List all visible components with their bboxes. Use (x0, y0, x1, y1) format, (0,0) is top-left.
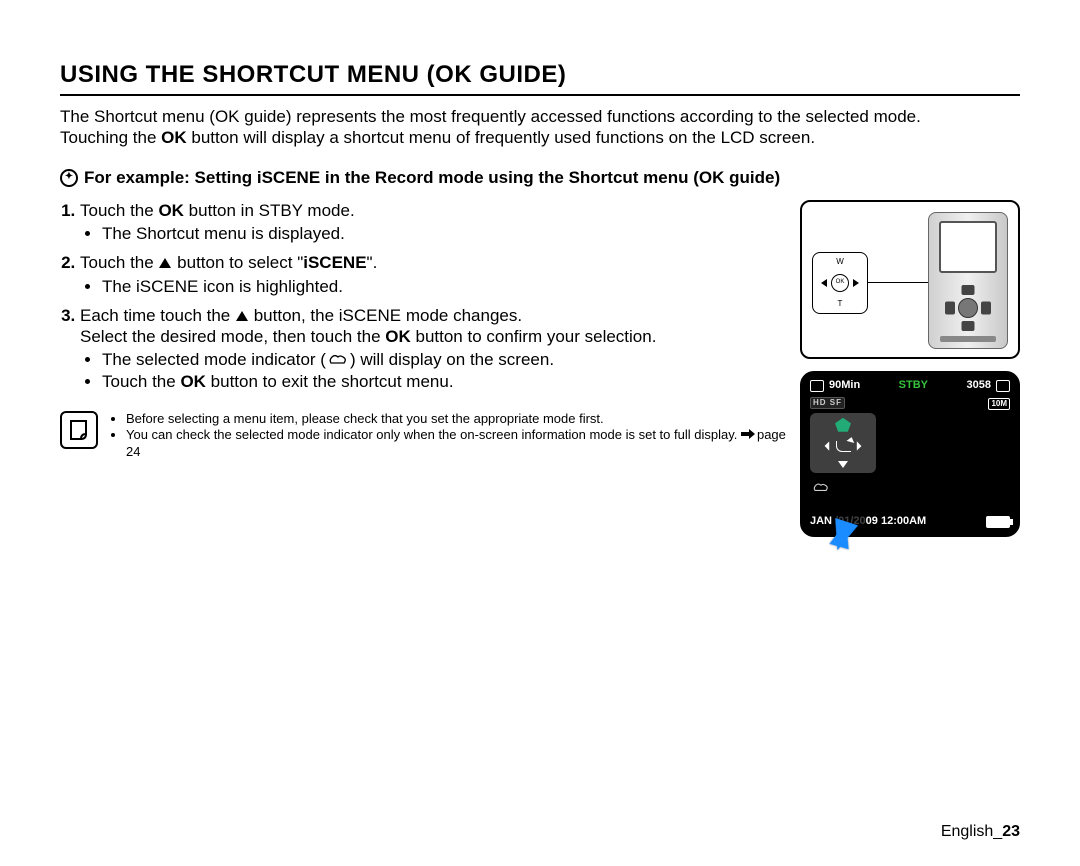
up-triangle-icon (159, 258, 171, 268)
callout-line (868, 282, 936, 283)
dpad-t-label: T (838, 299, 843, 309)
step1-sub: The Shortcut menu is displayed. (102, 223, 788, 244)
step2-a: Touch the (80, 253, 158, 272)
footer-lang: English_ (941, 823, 1002, 840)
step3-line2a: Select the desired mode, then touch the (80, 327, 385, 346)
note-1: Before selecting a menu item, please che… (126, 411, 788, 427)
step3-sub1: The selected mode indicator ( ) will dis… (102, 349, 788, 371)
note-list: Before selecting a menu item, please che… (108, 411, 788, 460)
lcd-date-b: 09 12:00AM (866, 515, 927, 527)
lcd-count: 3058 (967, 379, 991, 393)
page-ref-arrow-icon (741, 427, 755, 443)
step2-b: button to select " (172, 253, 303, 272)
camera-mode-icon (810, 380, 824, 392)
step-1: Touch the OK button in STBY mode. The Sh… (80, 200, 788, 245)
dpad-left-icon (821, 279, 827, 287)
step1-ok: OK (158, 201, 184, 220)
note-icon (60, 411, 98, 449)
camera-dpad-up (962, 285, 975, 295)
iscene-indicator-icon-lcd (812, 481, 830, 498)
camera-body (928, 212, 1008, 349)
step-3: Each time touch the button, the iSCENE m… (80, 305, 788, 393)
lcd-time: 90Min (829, 379, 860, 393)
lcd-screenshot: 90Min STBY 3058 HD SF 10M 🞀 (800, 371, 1020, 537)
page-title: USING THE SHORTCUT MENU (OK GUIDE) (60, 60, 1020, 90)
shortcut-down-icon (838, 461, 848, 468)
intro-ok: OK (161, 128, 187, 147)
note2-a: You can check the selected mode indicato… (126, 427, 741, 442)
camera-ok-button (958, 298, 978, 318)
step3-line2b: button to confirm your selection. (411, 327, 657, 346)
step3-sub1b: ) will display on the screen. (350, 350, 554, 369)
step3-sub2a: Touch the (102, 372, 180, 391)
step3-ok: OK (385, 327, 411, 346)
note-block: Before selecting a menu item, please che… (60, 411, 788, 460)
intro-paragraph: The Shortcut menu (OK guide) represents … (60, 106, 1020, 149)
up-triangle-icon-2 (236, 311, 248, 321)
steps-list: Touch the OK button in STBY mode. The Sh… (60, 200, 788, 393)
intro-line2b: button will display a shortcut menu of f… (187, 128, 815, 147)
step1-a: Touch the (80, 201, 158, 220)
note-2: You can check the selected mode indicato… (126, 427, 788, 460)
step3-sub2b: button to exit the shortcut menu. (206, 372, 454, 391)
footer-page: 23 (1002, 823, 1020, 840)
shortcut-up-icon (835, 418, 851, 432)
camera-dpad-left (945, 301, 955, 314)
example-text: For example: Setting iSCENE in the Recor… (84, 167, 780, 188)
step2-c: ". (367, 253, 378, 272)
battery-icon (986, 516, 1010, 528)
camera-bottom-strip (940, 336, 996, 342)
lcd-date-a: JAN (810, 515, 832, 527)
intro-line1: The Shortcut menu (OK guide) represents … (60, 107, 921, 126)
shortcut-right-icon: 🞂 (857, 439, 862, 454)
page-footer: English_23 (941, 822, 1020, 842)
device-illustration: W OK T (800, 200, 1020, 359)
shortcut-return-icon (836, 441, 851, 452)
dpad-right-icon (853, 279, 859, 287)
shortcut-left-icon: 🞀 (825, 439, 830, 454)
lcd-resolution-badge: 10M (988, 398, 1010, 410)
title-rule (60, 94, 1020, 96)
dpad-ok-icon: OK (831, 274, 849, 292)
camera-dpad (945, 285, 991, 331)
lcd-topbar: 90Min STBY 3058 (810, 379, 1010, 393)
shortcut-menu-panel: 🞀 🞂 (810, 413, 876, 473)
example-bullet-icon: ✦ (60, 169, 78, 187)
step-2: Touch the button to select "iSCENE". The… (80, 252, 788, 297)
camera-screen (939, 221, 997, 273)
camera-dpad-right (981, 301, 991, 314)
step3-sub1a: The selected mode indicator ( (102, 350, 326, 369)
step3-b: button, the iSCENE mode changes. (249, 306, 522, 325)
dpad-callout: W OK T (812, 252, 868, 314)
step3-sub2: Touch the OK button to exit the shortcut… (102, 371, 788, 392)
dpad-w-label: W (836, 257, 844, 267)
lcd-stby: STBY (899, 379, 928, 393)
iscene-indicator-icon (328, 350, 348, 371)
step3-a: Each time touch the (80, 306, 235, 325)
example-heading: ✦ For example: Setting iSCENE in the Rec… (60, 167, 1020, 188)
step1-b: button in STBY mode. (184, 201, 355, 220)
step2-iscene: iSCENE (303, 253, 366, 272)
lcd-hd-badge: HD SF (810, 397, 845, 409)
step2-sub: The iSCENE icon is highlighted. (102, 276, 788, 297)
intro-line2a: Touching the (60, 128, 161, 147)
camera-dpad-down (962, 321, 975, 331)
step3-sub2ok: OK (180, 372, 206, 391)
photo-mode-icon (996, 380, 1010, 392)
